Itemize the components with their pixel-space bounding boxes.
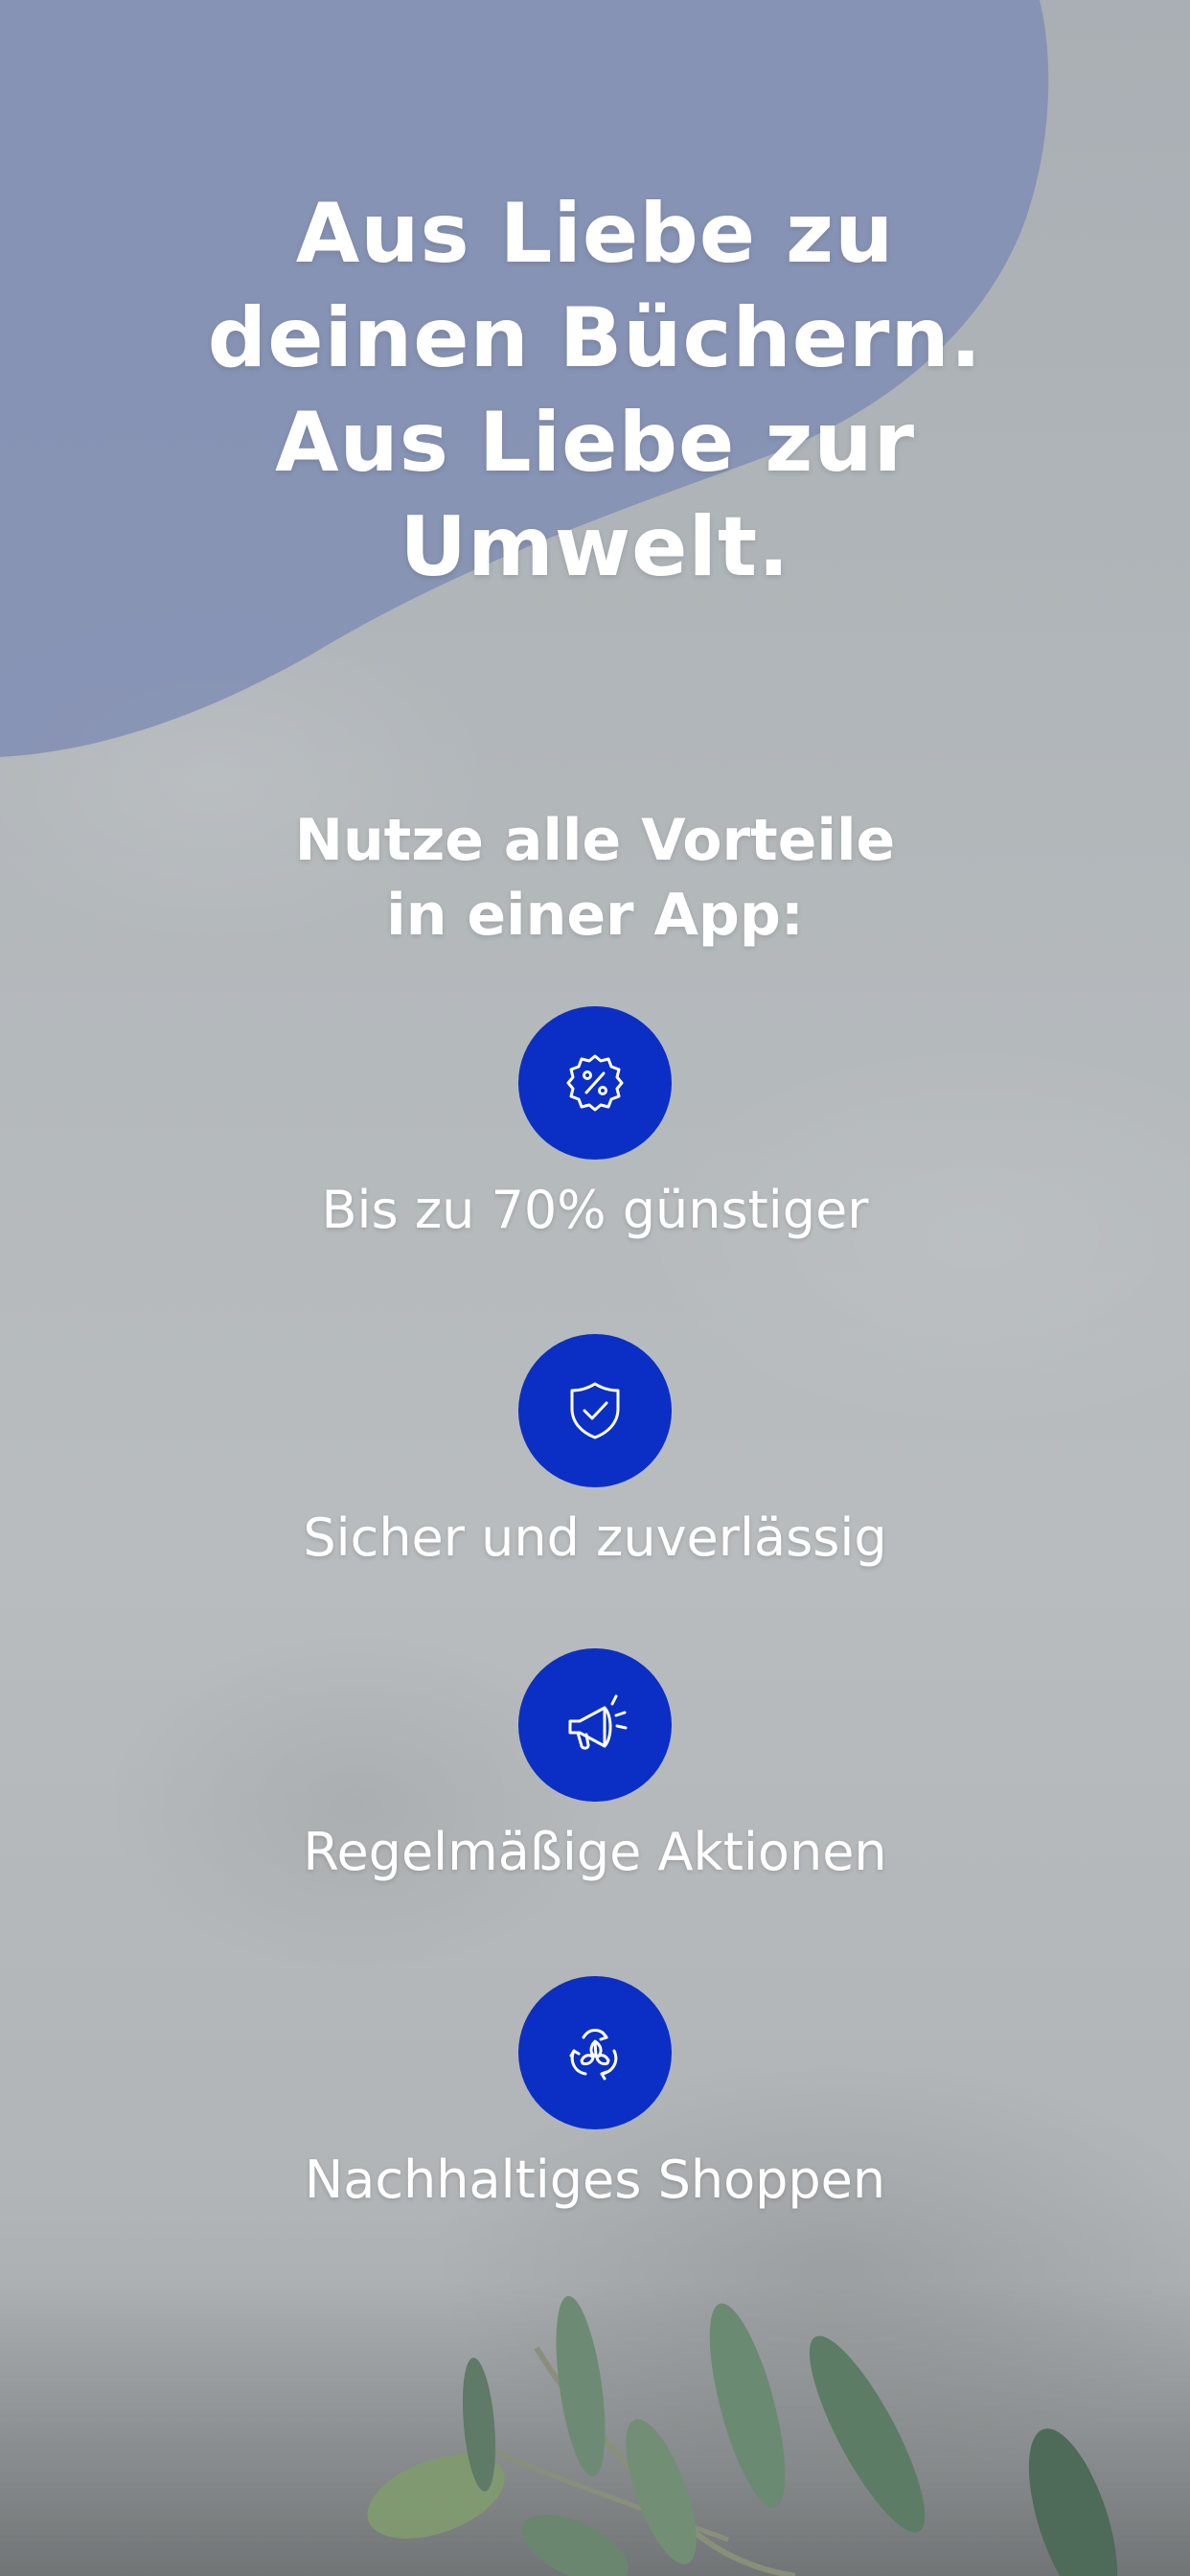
feature-icon-circle: [518, 1976, 672, 2129]
feature-label: Regelmäßige Aktionen: [303, 1822, 887, 1882]
feature-icon-circle: [518, 1006, 672, 1160]
megaphone-icon: [568, 1694, 628, 1750]
feature-icon-circle: [518, 1334, 672, 1487]
onboarding-screen: Aus Liebe zu deinen Büchern. Aus Liebe z…: [0, 0, 1190, 2576]
percent-badge-icon: [566, 1054, 624, 1112]
feature-item-discount: Bis zu 70% günstiger: [0, 1006, 1190, 1255]
feature-label: Bis zu 70% günstiger: [321, 1180, 869, 1240]
feature-item-promotions: Regelmäßige Aktionen: [0, 1648, 1190, 1898]
feature-item-security: Sicher und zuverlässig: [0, 1334, 1190, 1583]
feature-label: Sicher und zuverlässig: [303, 1507, 887, 1568]
eucalyptus-plant-decoration: [0, 2281, 1190, 2576]
subheadline: Nutze alle Vorteile in einer App:: [294, 807, 896, 949]
feature-label: Nachhaltiges Shoppen: [304, 2150, 886, 2210]
headline: Aus Liebe zu deinen Büchern. Aus Liebe z…: [207, 186, 983, 595]
recycle-leaves-icon: [569, 2029, 618, 2081]
shield-check-icon: [570, 1382, 620, 1439]
feature-icon-circle: [518, 1648, 672, 1802]
feature-item-sustainability: Nachhaltiges Shoppen: [0, 1976, 1190, 2225]
